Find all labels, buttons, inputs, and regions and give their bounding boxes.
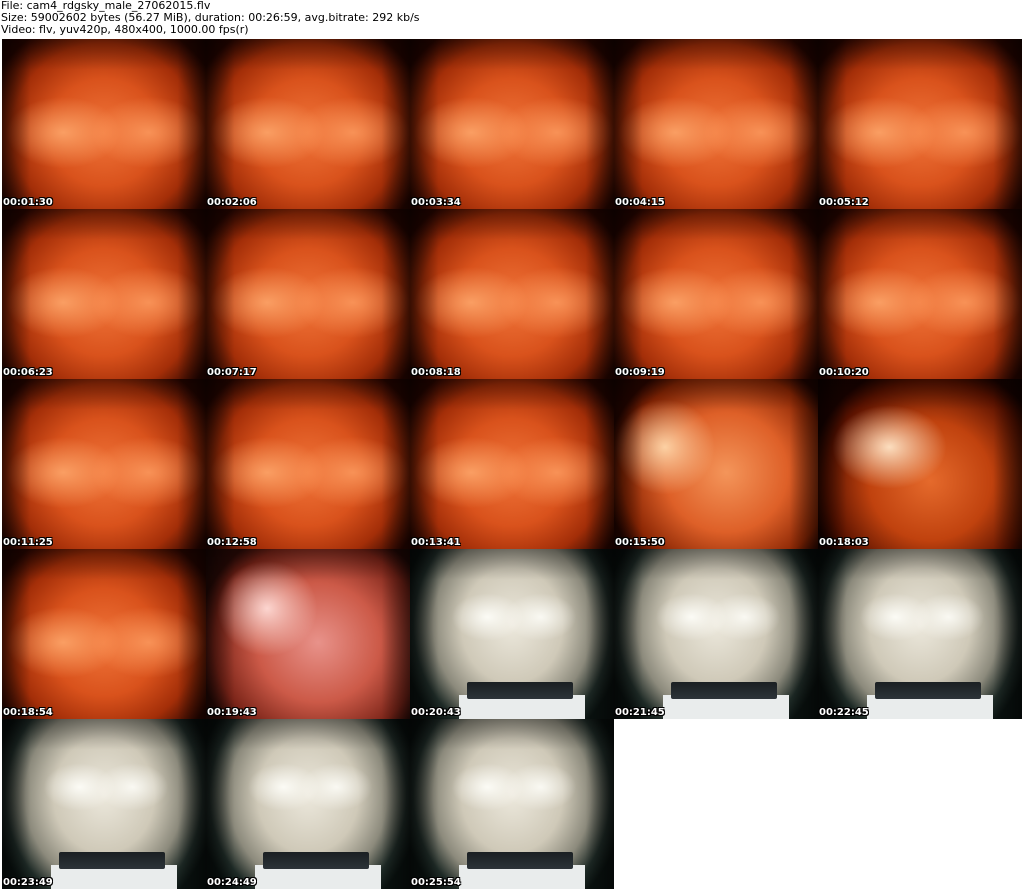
frame-timestamp: 00:10:20 (819, 367, 869, 378)
waistband-shape (875, 681, 982, 699)
frame-timestamp: 00:03:34 (411, 197, 461, 208)
frame-vignette (206, 549, 410, 719)
frame-vignette (2, 39, 206, 209)
video-frame-thumbnail: 00:15:50 (614, 379, 818, 549)
frame-timestamp: 00:05:12 (819, 197, 869, 208)
video-info-line: Video: flv, yuv420p, 480x400, 1000.00 fp… (1, 24, 249, 36)
frame-timestamp: 00:07:17 (207, 367, 257, 378)
underwear-shape (662, 695, 790, 719)
frame-timestamp: 00:21:45 (615, 707, 665, 718)
frame-vignette (614, 209, 818, 379)
video-frame-thumbnail: 00:03:34 (410, 39, 614, 209)
frame-vignette (2, 209, 206, 379)
video-frame-thumbnail: 00:25:54 (410, 719, 614, 889)
frame-timestamp: 00:24:49 (207, 877, 257, 888)
waistband-shape (467, 851, 574, 869)
video-frame-thumbnail: 00:04:15 (614, 39, 818, 209)
frame-vignette (206, 209, 410, 379)
frame-vignette (410, 379, 614, 549)
frame-vignette (614, 379, 818, 549)
underwear-shape (458, 865, 586, 889)
video-frame-thumbnail: 00:01:30 (2, 39, 206, 209)
underwear-shape (458, 695, 586, 719)
waistband-shape (59, 851, 166, 869)
frame-vignette (818, 379, 1022, 549)
file-size-line: Size: 59002602 bytes (56.27 MiB), durati… (1, 12, 420, 24)
frame-timestamp: 00:23:49 (3, 877, 53, 888)
frame-timestamp: 00:01:30 (3, 197, 53, 208)
frame-timestamp: 00:15:50 (615, 537, 665, 548)
underwear-shape (254, 865, 382, 889)
frame-timestamp: 00:13:41 (411, 537, 461, 548)
frame-timestamp: 00:22:45 (819, 707, 869, 718)
video-frame-thumbnail: 00:23:49 (2, 719, 206, 889)
frame-vignette (206, 39, 410, 209)
video-frame-thumbnail: 00:24:49 (206, 719, 410, 889)
frame-vignette (410, 39, 614, 209)
frame-vignette (2, 549, 206, 719)
frame-timestamp: 00:04:15 (615, 197, 665, 208)
video-frame-thumbnail: 00:07:17 (206, 209, 410, 379)
underwear-shape (50, 865, 178, 889)
video-frame-thumbnail: 00:21:45 (614, 549, 818, 719)
frame-timestamp: 00:09:19 (615, 367, 665, 378)
frame-vignette (818, 39, 1022, 209)
frame-timestamp: 00:08:18 (411, 367, 461, 378)
frame-vignette (206, 379, 410, 549)
frame-vignette (410, 209, 614, 379)
video-frame-thumbnail: 00:22:45 (818, 549, 1022, 719)
video-frame-thumbnail: 00:09:19 (614, 209, 818, 379)
video-frame-thumbnail: 00:05:12 (818, 39, 1022, 209)
frame-timestamp: 00:25:54 (411, 877, 461, 888)
video-frame-thumbnail: 00:02:06 (206, 39, 410, 209)
frame-timestamp: 00:20:43 (411, 707, 461, 718)
waistband-shape (671, 681, 778, 699)
video-frame-thumbnail: 00:18:54 (2, 549, 206, 719)
video-frame-thumbnail: 00:06:23 (2, 209, 206, 379)
video-frame-thumbnail: 00:13:41 (410, 379, 614, 549)
waistband-shape (263, 851, 370, 869)
frame-vignette (2, 379, 206, 549)
video-frame-thumbnail: 00:19:43 (206, 549, 410, 719)
file-info-header: File: cam4_rdgsky_male_27062015.flv Size… (1, 0, 1021, 38)
frame-timestamp: 00:02:06 (207, 197, 257, 208)
frame-timestamp: 00:11:25 (3, 537, 53, 548)
waistband-shape (467, 681, 574, 699)
underwear-shape (866, 695, 994, 719)
frame-vignette (818, 209, 1022, 379)
video-frame-thumbnail: 00:08:18 (410, 209, 614, 379)
frame-timestamp: 00:18:54 (3, 707, 53, 718)
contact-sheet: File: cam4_rdgsky_male_27062015.flv Size… (0, 0, 1024, 889)
video-frame-thumbnail: 00:18:03 (818, 379, 1022, 549)
frame-vignette (614, 39, 818, 209)
file-name-line: File: cam4_rdgsky_male_27062015.flv (1, 0, 211, 12)
video-frame-thumbnail: 00:20:43 (410, 549, 614, 719)
frame-timestamp: 00:19:43 (207, 707, 257, 718)
video-frame-thumbnail: 00:10:20 (818, 209, 1022, 379)
frame-timestamp: 00:12:58 (207, 537, 257, 548)
thumbnail-grid: 00:01:30 00:02:06 00:03:34 00:04:15 00:05:12… (2, 39, 1024, 889)
video-frame-thumbnail: 00:11:25 (2, 379, 206, 549)
frame-timestamp: 00:06:23 (3, 367, 53, 378)
frame-timestamp: 00:18:03 (819, 537, 869, 548)
video-frame-thumbnail: 00:12:58 (206, 379, 410, 549)
